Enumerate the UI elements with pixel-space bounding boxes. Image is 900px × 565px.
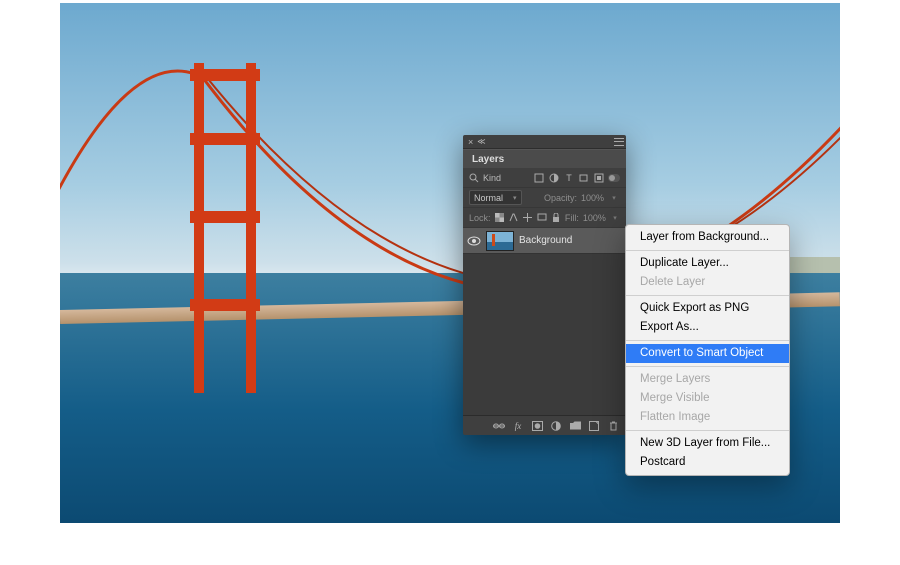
menu-item: Merge Layers bbox=[626, 370, 789, 389]
chevron-down-icon[interactable]: ▾ bbox=[608, 192, 620, 204]
lock-position-icon[interactable] bbox=[523, 212, 533, 224]
lock-label: Lock: bbox=[469, 213, 491, 223]
menu-item[interactable]: New 3D Layer from File... bbox=[626, 434, 789, 453]
filter-toggle-icon[interactable] bbox=[608, 172, 620, 184]
group-icon[interactable] bbox=[569, 420, 581, 432]
menu-item: Flatten Image bbox=[626, 408, 789, 427]
visibility-eye-icon[interactable] bbox=[467, 234, 481, 248]
lock-artboard-icon[interactable] bbox=[537, 212, 547, 224]
collapse-icon[interactable]: ≪ bbox=[477, 137, 485, 146]
layer-list-empty bbox=[463, 254, 626, 415]
menu-item[interactable]: Convert to Smart Object bbox=[626, 344, 789, 363]
menu-separator bbox=[626, 366, 789, 367]
layer-style-icon[interactable]: fx bbox=[512, 420, 524, 432]
menu-item[interactable]: Duplicate Layer... bbox=[626, 254, 789, 273]
menu-separator bbox=[626, 295, 789, 296]
blend-mode-dropdown[interactable]: Normal▾ bbox=[469, 190, 522, 205]
menu-item[interactable]: Layer from Background... bbox=[626, 228, 789, 247]
layer-context-menu: Layer from Background... Duplicate Layer.… bbox=[625, 224, 790, 476]
link-layers-icon[interactable] bbox=[493, 420, 505, 432]
panel-menu-icon[interactable] bbox=[614, 138, 624, 146]
delete-layer-icon[interactable] bbox=[607, 420, 619, 432]
layer-name[interactable]: Background bbox=[519, 235, 572, 246]
filter-kind-label: Kind bbox=[483, 173, 501, 183]
lock-transparency-icon[interactable] bbox=[495, 212, 505, 224]
menu-separator bbox=[626, 430, 789, 431]
filter-row: Kind T bbox=[463, 168, 626, 188]
menu-item: Delete Layer bbox=[626, 273, 789, 292]
menu-item[interactable]: Export As... bbox=[626, 318, 789, 337]
search-icon[interactable] bbox=[469, 173, 479, 183]
panel-title[interactable]: Layers bbox=[463, 149, 626, 168]
new-layer-icon[interactable] bbox=[588, 420, 600, 432]
opacity-label: Opacity: bbox=[544, 193, 577, 203]
menu-item[interactable]: Postcard bbox=[626, 453, 789, 472]
lock-all-icon[interactable] bbox=[551, 212, 561, 224]
menu-item: Merge Visible bbox=[626, 389, 789, 408]
layer-row[interactable]: Background bbox=[463, 228, 626, 254]
layers-panel: × ≪ Layers Kind T Normal▾ Opacity: 100% … bbox=[463, 135, 626, 435]
fill-label: Fill: bbox=[565, 213, 579, 223]
menu-separator bbox=[626, 340, 789, 341]
filter-adjustment-icon[interactable] bbox=[548, 172, 560, 184]
adjustment-layer-icon[interactable] bbox=[550, 420, 562, 432]
filter-shape-icon[interactable] bbox=[578, 172, 590, 184]
lock-row: Lock: Fill: 100% ▾ bbox=[463, 208, 626, 228]
close-icon[interactable]: × bbox=[468, 137, 473, 147]
filter-pixel-icon[interactable] bbox=[533, 172, 545, 184]
panel-footer: fx bbox=[463, 415, 626, 435]
layer-mask-icon[interactable] bbox=[531, 420, 543, 432]
menu-separator bbox=[626, 250, 789, 251]
panel-top-bar[interactable]: × ≪ bbox=[463, 135, 626, 149]
filter-smart-icon[interactable] bbox=[593, 172, 605, 184]
fill-value[interactable]: 100% bbox=[583, 213, 606, 223]
opacity-value[interactable]: 100% bbox=[581, 193, 604, 203]
lock-pixels-icon[interactable] bbox=[509, 212, 519, 224]
blend-row: Normal▾ Opacity: 100% ▾ bbox=[463, 188, 626, 208]
filter-type-icon[interactable]: T bbox=[563, 172, 575, 184]
chevron-down-icon[interactable]: ▾ bbox=[610, 212, 620, 224]
layer-thumbnail[interactable] bbox=[486, 231, 514, 251]
menu-item[interactable]: Quick Export as PNG bbox=[626, 299, 789, 318]
